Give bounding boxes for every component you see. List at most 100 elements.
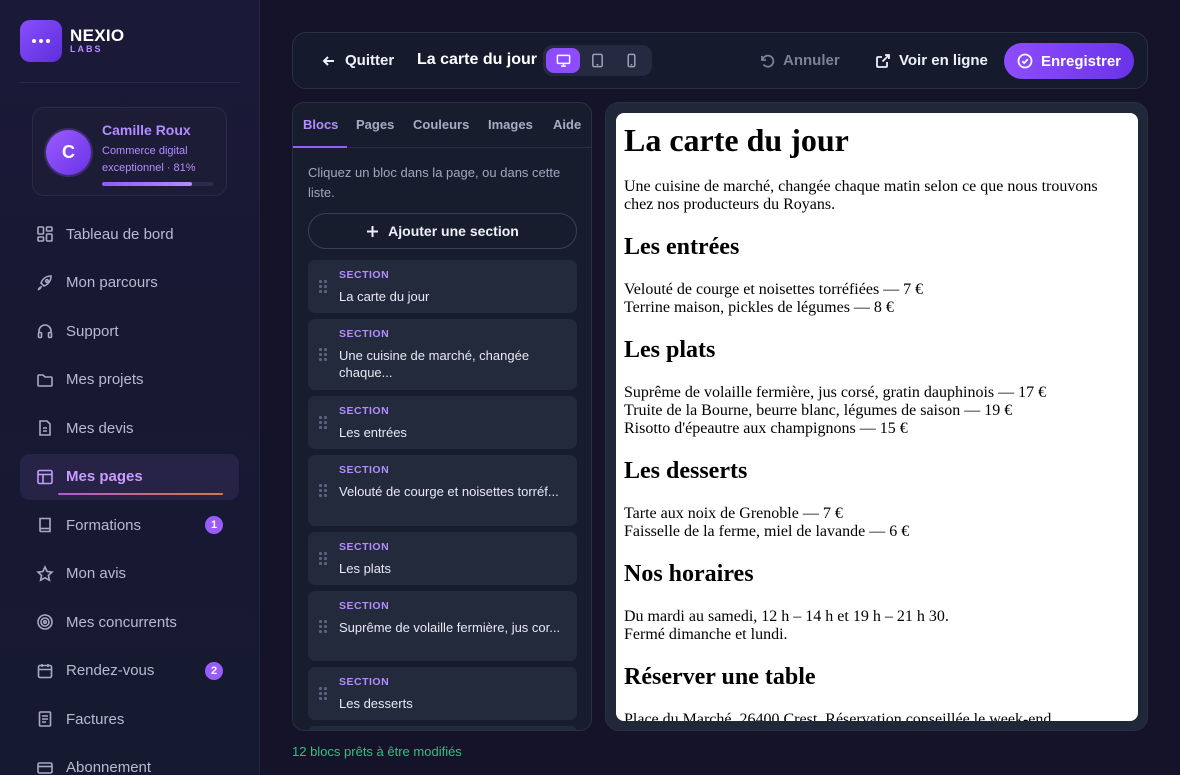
sidebar-item-label: Abonnement: [66, 759, 152, 775]
drag-handle-icon[interactable]: [319, 687, 327, 701]
profile-progress-bar: [102, 182, 213, 186]
preview-line: Du mardi au samedi, 12 h – 14 h et 19 h …: [624, 608, 949, 625]
brand-sub: LABS: [70, 44, 103, 54]
sidebar-item-label: Mon avis: [66, 565, 127, 582]
device-mobile-button[interactable]: [614, 48, 648, 73]
sidebar-item-support[interactable]: Support: [20, 308, 239, 354]
sidebar-item-mes-devis[interactable]: Mes devis: [20, 405, 239, 451]
add-section-button[interactable]: Ajouter une section: [308, 213, 577, 249]
profile-card[interactable]: C Camille Roux Commerce digital exceptio…: [32, 107, 227, 196]
undo-button[interactable]: Annuler: [759, 52, 840, 69]
sidebar-item-label: Mes projets: [66, 371, 144, 388]
sidebar-item-abonnement[interactable]: Abonnement: [20, 745, 239, 775]
block-kind: SECTION: [339, 676, 390, 688]
sidebar-item-label: Tableau de bord: [66, 225, 174, 243]
sidebar-item-label: Mes pages: [66, 468, 143, 485]
sidebar-item-mes-pages[interactable]: Mes pages: [20, 453, 239, 500]
editor-toolbar: Quitter La carte du jour Annuler Voir en…: [292, 32, 1148, 89]
preview-paragraph[interactable]: Tarte aux noix de Grenoble — 7 € Faissell…: [624, 505, 1130, 541]
preview-heading[interactable]: Les desserts: [624, 457, 1130, 485]
tab-couleurs[interactable]: Couleurs: [413, 117, 469, 132]
rocket-icon: [37, 274, 52, 290]
save-button[interactable]: Enregistrer: [1004, 43, 1134, 79]
dashboard-icon: [37, 226, 53, 242]
preview-line: Velouté de courge et noisettes torréfiée…: [624, 281, 924, 298]
block-text: Les desserts: [339, 696, 413, 711]
preview-intro[interactable]: Une cuisine de marché, changée chaque ma…: [624, 178, 1130, 214]
preview-paragraph[interactable]: Suprême de volaille fermière, jus corsé,…: [624, 384, 1130, 438]
drag-handle-icon[interactable]: [319, 280, 327, 294]
profile-progress-fill: [102, 182, 192, 186]
profile-plan: Commerce digital exceptionnel · 81%: [102, 145, 196, 174]
sidebar-item-mes-concurrents[interactable]: Mes concurrents: [20, 599, 239, 645]
sidebar-item-label: Mes concurrents: [66, 613, 177, 631]
sidebar-item-mon-parcours[interactable]: Mon parcours: [20, 260, 239, 306]
block-item[interactable]: SECTION Les desserts: [308, 667, 577, 720]
add-section-label: Ajouter une section: [388, 223, 519, 239]
sidebar-item-label: Support: [66, 322, 119, 340]
tab-aide[interactable]: Aide: [553, 117, 581, 132]
block-item[interactable]: SECTION Les entrées: [308, 396, 577, 449]
tab-images[interactable]: Images: [488, 117, 533, 132]
block-item[interactable]: SECTION Velouté de courge et noisettes t…: [308, 455, 577, 526]
drag-handle-icon[interactable]: [319, 620, 327, 634]
invoice-icon: [38, 711, 52, 727]
block-item[interactable]: SECTION Suprême de volaille fermière, ju…: [308, 591, 577, 661]
sidebar-item-tableau-de-bord[interactable]: Tableau de bord: [20, 211, 239, 257]
drag-handle-icon[interactable]: [319, 484, 327, 498]
preview-heading[interactable]: Les plats: [624, 336, 1130, 364]
external-link-icon: [876, 53, 890, 68]
page-preview[interactable]: La carte du jour Une cuisine de marché, …: [616, 113, 1138, 721]
view-online-button[interactable]: Voir en ligne: [875, 52, 988, 69]
sidebar-item-factures[interactable]: Factures: [20, 696, 239, 742]
block-text: Une cuisine de marché, changée chaque...: [339, 348, 530, 380]
block-kind: SECTION: [339, 328, 390, 340]
sidebar-item-label: Mon parcours: [66, 274, 158, 291]
drag-handle-icon[interactable]: [319, 552, 327, 566]
calendar-icon: [37, 663, 53, 678]
block-item[interactable]: SECTION Les plats: [308, 532, 577, 585]
block-item[interactable]: SECTION Une cuisine de marché, changée c…: [308, 319, 577, 390]
preview-paragraph[interactable]: Du mardi au samedi, 12 h – 14 h et 19 h …: [624, 608, 1130, 644]
preview-heading[interactable]: Nos horaires: [624, 560, 1130, 588]
device-desktop-button[interactable]: [546, 48, 580, 73]
drag-handle-icon[interactable]: [319, 348, 327, 362]
block-kind: SECTION: [339, 464, 390, 476]
folder-icon: [37, 373, 53, 387]
drag-handle-icon[interactable]: [319, 416, 327, 430]
count-badge: 2: [205, 661, 223, 680]
block-item-partial[interactable]: [308, 726, 577, 730]
quit-button[interactable]: Quitter: [321, 52, 394, 69]
preview-frame: La carte du jour Une cuisine de marché, …: [605, 102, 1148, 731]
plus-icon: [367, 225, 379, 237]
sidebar: NEXIO LABS C Camille Roux Commerce digit…: [0, 0, 260, 775]
sidebar-item-formations[interactable]: Formations 1: [20, 502, 239, 548]
brand[interactable]: NEXIO LABS: [20, 20, 124, 62]
card-icon: [37, 761, 53, 774]
preview-heading[interactable]: Réserver une table: [624, 663, 1130, 691]
sidebar-item-mon-avis[interactable]: Mon avis: [20, 551, 239, 597]
blocks-status: 12 blocs prêts à être modifiés: [292, 744, 462, 759]
block-item[interactable]: SECTION La carte du jour: [308, 260, 577, 313]
sidebar-item-label: Rendez-vous: [66, 662, 155, 679]
sidebar-item-mes-projets[interactable]: Mes projets: [20, 357, 239, 403]
preview-heading[interactable]: Les entrées: [624, 233, 1130, 261]
device-switcher: [543, 45, 652, 76]
device-tablet-button[interactable]: [580, 48, 614, 73]
preview-paragraph[interactable]: Place du Marché, 26400 Crest. Réservatio…: [624, 711, 1130, 721]
preview-line: Faisselle de la ferme, miel de lavande —…: [624, 523, 910, 540]
headset-icon: [37, 324, 53, 339]
preview-paragraph[interactable]: Velouté de courge et noisettes torréfiée…: [624, 281, 1130, 317]
avatar: C: [46, 130, 91, 175]
preview-title[interactable]: La carte du jour: [624, 121, 1130, 159]
preview-line: Risotto d'épeautre aux champignons — 15 …: [624, 420, 908, 437]
block-kind: SECTION: [339, 269, 390, 281]
arrow-left-icon: [322, 55, 334, 66]
tab-pages[interactable]: Pages: [356, 117, 394, 132]
sidebar-item-rendez-vous[interactable]: Rendez-vous 2: [20, 648, 239, 694]
blocks-panel: Blocs Pages Couleurs Images Aide Cliquez…: [292, 102, 592, 731]
count-badge: 1: [205, 516, 223, 534]
document-icon: [39, 420, 51, 436]
tab-blocs[interactable]: Blocs: [303, 117, 338, 132]
brand-logo-icon: [20, 20, 62, 62]
